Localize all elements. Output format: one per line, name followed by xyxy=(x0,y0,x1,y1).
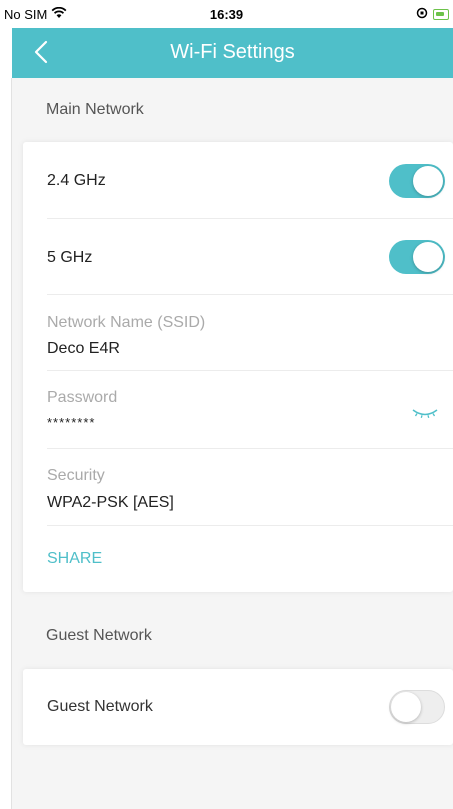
battery-charging-icon xyxy=(433,9,449,20)
page-title: Wi-Fi Settings xyxy=(170,41,295,63)
security-value: WPA2-PSK [AES] xyxy=(47,494,174,511)
guest-network-header: Guest Network xyxy=(46,627,152,644)
ssid-value: Deco E4R xyxy=(47,340,120,357)
guest-network-card: Guest Network xyxy=(23,669,453,745)
security-label: Security xyxy=(47,467,105,484)
app-screen: No SIM 16:39 Wi-Fi Settings Main Network… xyxy=(0,0,453,809)
eye-closed-icon[interactable] xyxy=(411,406,439,424)
band-24-row: 2.4 GHz xyxy=(47,142,453,219)
nav-bar: Wi-Fi Settings xyxy=(12,28,453,78)
password-row[interactable]: Password ******** xyxy=(47,371,453,449)
band-5-toggle[interactable] xyxy=(389,240,445,274)
band-24-label: 2.4 GHz xyxy=(47,172,106,189)
password-value: ******** xyxy=(47,415,96,430)
security-row[interactable]: Security WPA2-PSK [AES] xyxy=(47,449,453,526)
main-network-card: 2.4 GHz 5 GHz Network Name (SSID) Deco E… xyxy=(23,142,453,592)
band-5-label: 5 GHz xyxy=(47,249,93,266)
band-24-toggle[interactable] xyxy=(389,164,445,198)
status-right xyxy=(416,7,449,22)
guest-network-toggle[interactable] xyxy=(389,690,445,724)
ssid-label: Network Name (SSID) xyxy=(47,314,206,331)
toggle-knob xyxy=(413,166,443,196)
content-area: Main Network 2.4 GHz 5 GHz Network Name … xyxy=(12,78,453,809)
main-network-header: Main Network xyxy=(46,101,144,118)
ssid-row[interactable]: Network Name (SSID) Deco E4R xyxy=(47,295,453,371)
status-time: 16:39 xyxy=(209,7,244,22)
toggle-knob xyxy=(391,692,421,722)
orientation-lock-icon xyxy=(416,7,428,22)
password-label: Password xyxy=(47,389,118,406)
status-bar: No SIM 16:39 xyxy=(0,0,453,28)
toggle-knob xyxy=(413,242,443,272)
band-5-row: 5 GHz xyxy=(47,219,453,295)
guest-network-label: Guest Network xyxy=(47,698,153,715)
share-button[interactable]: SHARE xyxy=(47,550,102,568)
